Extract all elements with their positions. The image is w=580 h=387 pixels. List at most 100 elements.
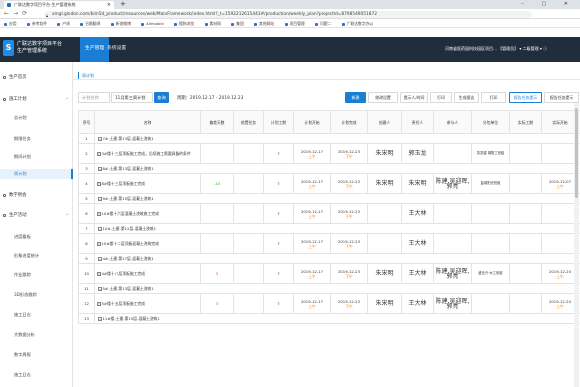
reminder-button[interactable]: 提示人/时间	[400, 92, 428, 103]
table-row[interactable]: 6 □10#楼十六层混凝土浇筑施工完成 7 2019-12-17 上午 2019-12-2…	[78, 203, 580, 224]
sidebar-item-bigdata[interactable]: 大数据分析	[0, 330, 73, 340]
week-select[interactable]: 11月第三周计划	[111, 92, 153, 103]
date-half: 上午	[308, 273, 316, 279]
expand-icon[interactable]: −	[98, 287, 102, 291]
bookmark-item[interactable]: 应用	[4, 19, 17, 28]
bookmark-item[interactable]: 其他网站	[254, 19, 274, 28]
table-group-row[interactable]: 3 −8#-土建-第13层-混凝土浇筑1	[78, 163, 580, 174]
cell-deviation: 3	[200, 263, 234, 284]
cell-no: 5	[78, 193, 95, 204]
generate-report-button[interactable]: 生成报告	[454, 92, 479, 103]
new-button[interactable]: 新建	[345, 92, 366, 103]
cell-plan-end: 2019-12-23 下午	[330, 173, 368, 194]
sidebar-item-weekly[interactable]: 周计划	[0, 169, 73, 179]
sidebar-item-master-plan[interactable]: 总计划	[0, 113, 73, 123]
expand-icon[interactable]: −	[98, 137, 102, 141]
expand-icon[interactable]: □	[97, 272, 101, 276]
expand-icon[interactable]: □	[97, 212, 101, 216]
window-controls[interactable]: – ▢ ✕	[521, 1, 576, 7]
browser-tab[interactable]: 广联达数字项目平台-生产管理系统 ×	[4, 1, 114, 9]
column-header: 名称	[94, 110, 201, 134]
bookmark-item[interactable]: 问题二	[314, 19, 331, 28]
group-name-cell: −11#楼-土建-第15层-混凝土浇筑1	[94, 313, 580, 324]
sidebar-item-log[interactable]: 施工日志	[0, 310, 73, 320]
table-group-row[interactable]: 13 −11#楼-土建-第15层-混凝土浇筑1	[78, 313, 580, 324]
header-user-info[interactable]: 河南省医药园科技园区项目... 【管理员】 ▾ 二级管理 ▾ ⓘ	[445, 46, 547, 52]
task-name: 8#楼十三层顶板施工完成	[101, 181, 146, 186]
expand-icon[interactable]: □	[97, 182, 101, 186]
table-row[interactable]: 4 □8#楼十三层顶板施工完成 -10 7 2019-12-17 上午 2019-12-23…	[78, 173, 580, 194]
bookmark-item[interactable]: 集团	[231, 19, 244, 28]
bookmark-item[interactable]: 广联达数字办公	[341, 19, 373, 28]
date-half: 下午	[345, 183, 353, 189]
cell-owner: 王大林	[401, 293, 434, 314]
sidebar-item-3d[interactable]: 3D形态跟踪	[0, 290, 73, 300]
cell-participants	[433, 203, 472, 224]
bookmark-item[interactable]: 素材网	[204, 19, 221, 28]
column-header: 实际工期	[509, 110, 542, 134]
cell-plan-end: 2019-12-23 下午	[330, 263, 368, 284]
sidebar-group-home[interactable]: 生产首页	[0, 72, 73, 83]
print-button-2[interactable]: 打印	[481, 92, 506, 103]
table-group-row[interactable]: 9 −4#-土建-第17层-混凝土浇筑1	[78, 253, 580, 264]
sidebar-group-plan[interactable]: 施工计划 ^	[0, 94, 73, 105]
tab-close-icon[interactable]: ×	[107, 1, 111, 9]
sidebar-item-log-2[interactable]: 施工日志	[0, 370, 73, 380]
table-row[interactable]: 8 □10#楼十二层顶板混凝土浇筑完成 7 2019-12-17 上午 2019-12-2…	[78, 233, 580, 254]
expand-icon[interactable]: −	[98, 167, 102, 171]
expand-icon[interactable]: −	[98, 257, 102, 261]
activity-icon	[3, 214, 6, 217]
column-header: 计划完成	[330, 110, 368, 134]
cell-plan-start: 2019-12-17 上午	[293, 293, 331, 314]
sidebar-group-activity[interactable]: 生产活动 ^	[0, 210, 73, 221]
bookmark-item[interactable]: 谷歌翻译	[80, 19, 100, 28]
table-group-row[interactable]: 7 −10#-土建-第12层-混凝土浇筑1	[78, 223, 580, 234]
expand-icon[interactable]: □	[97, 152, 101, 156]
report-task-button[interactable]: 报告任务提示	[509, 92, 542, 103]
table-row[interactable]: 12 □5#楼十五层顶板施工完成 3 7 2019-12-17 上午 2019-12-23 下…	[78, 293, 580, 314]
sidebar-group-meeting[interactable]: 数字例会	[0, 190, 73, 201]
sidebar-item-deadline[interactable]: 期限任务	[0, 134, 73, 144]
report-task-button-2[interactable]: 报告任务提示	[544, 92, 579, 103]
cell-plan-end: 2019-12-23 下午	[330, 233, 368, 254]
reload-icon[interactable]: ⟳	[22, 10, 31, 17]
new-tab-button[interactable]: +	[120, 1, 126, 8]
expand-icon[interactable]: −	[98, 227, 102, 231]
print-button[interactable]: 打印	[430, 92, 452, 103]
task-name: 3#楼十三层顶板施工完成，后续施工需要具备的条件	[101, 151, 191, 156]
expand-icon[interactable]: −	[98, 317, 102, 321]
sidebar-item-board[interactable]: 进度看板	[0, 232, 73, 242]
sidebar-item-weekly-report[interactable]: 数字周报	[0, 350, 73, 360]
expand-icon[interactable]: □	[97, 242, 101, 246]
query-button[interactable]: 查询	[154, 92, 169, 103]
expand-icon[interactable]: −	[98, 197, 102, 201]
bookmark-item[interactable]: Alimobile	[141, 19, 164, 28]
cell-no: 10	[78, 263, 95, 284]
table-group-row[interactable]: 5 −9#-土建-第15层-混凝土浇筑1	[78, 193, 580, 204]
table-group-row[interactable]: 1 −7#-土建-第13层-混凝土浇筑1	[78, 133, 580, 144]
scrollbar-thumb[interactable]	[575, 108, 578, 198]
date-half: 下午	[345, 273, 353, 279]
forward-icon[interactable]: →	[13, 10, 22, 17]
table-row[interactable]: 10 □4#楼十八层顶板施工完成 3 7 2019-12-17 上午 2019-12-23 下…	[78, 263, 580, 284]
cell-duration: 7	[263, 173, 294, 194]
bookmark-item[interactable]: 参考软件	[26, 19, 47, 28]
task-name: 4#楼十八层顶板施工完成	[101, 271, 146, 276]
sidebar-item-period[interactable]: 期间计划	[0, 152, 73, 162]
settings-button[interactable]: 修改设置	[368, 92, 398, 103]
breadcrumb-tab[interactable]: 周计划	[78, 72, 94, 79]
bookmark-item[interactable]: 产线	[57, 19, 70, 28]
url-field[interactable]: 🔒︎ xmgl.glodon.com/bim5d_product/resourc…	[44, 11, 532, 18]
table-group-row[interactable]: 11 −5#-土建-第13层-混凝土浇筑1	[78, 283, 580, 294]
expand-icon[interactable]: □	[97, 302, 101, 306]
bookmark-item[interactable]: 新浪微博	[110, 19, 131, 28]
sidebar-item-tracking[interactable]: 作业跟踪	[0, 270, 73, 280]
sidebar-item-progress-stats[interactable]: 形象进度统计	[0, 251, 73, 261]
back-icon[interactable]: ←	[4, 10, 13, 17]
bookmark-item[interactable]: 搜狗浏览	[174, 19, 194, 28]
bookmark-item[interactable]: 项目管理	[284, 19, 305, 28]
plan-name-input[interactable]: 计划名称	[78, 92, 110, 103]
nav-buttons: ←→⟳	[4, 10, 31, 17]
table-row[interactable]: 2 □3#楼十三层顶板施工完成，后续施工需要具备的条件 7 2019-12-17 上午 2…	[78, 143, 580, 164]
nav-settings[interactable]: 系统设置	[102, 37, 131, 62]
